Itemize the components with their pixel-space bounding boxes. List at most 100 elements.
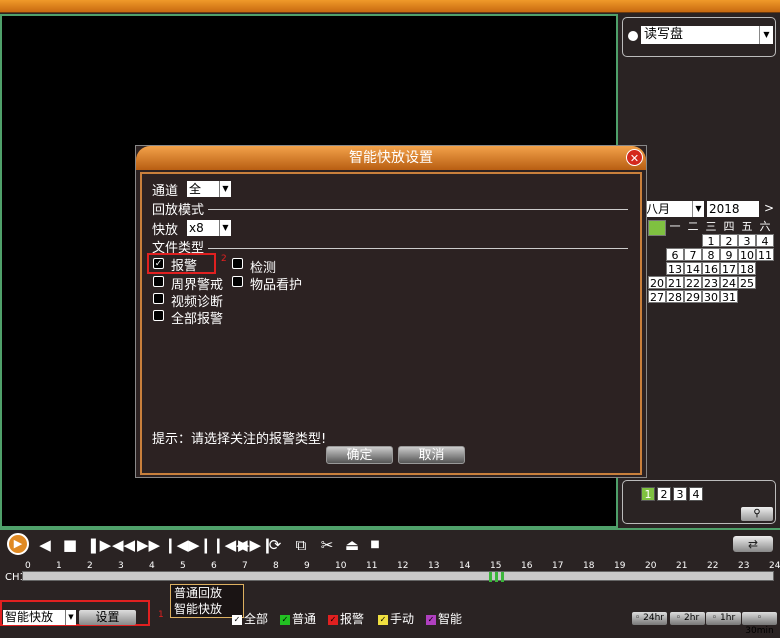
next-file-icon[interactable]: ▶▶❙: [238, 536, 274, 554]
chevron-down-icon: ▼: [65, 610, 76, 625]
calendar-day[interactable]: 22: [684, 276, 702, 290]
calendar-day[interactable]: 28: [666, 290, 684, 304]
year-field[interactable]: 2018: [707, 201, 759, 217]
search-button[interactable]: ⚲: [741, 507, 773, 521]
filter-checkbox[interactable]: ✓: [232, 614, 242, 625]
calendar-day[interactable]: 20: [648, 276, 666, 290]
stop-icon[interactable]: ■: [62, 536, 78, 554]
prev-file-icon[interactable]: ❙◀◀: [212, 536, 248, 554]
detect-checkbox[interactable]: [232, 258, 243, 269]
zoom-30min-button[interactable]: ◦ 30min: [742, 612, 777, 636]
calendar-day[interactable]: 21: [666, 276, 684, 290]
fast-select[interactable]: x8 ▼: [187, 220, 231, 236]
calendar-day[interactable]: 6: [666, 248, 684, 262]
loop-icon[interactable]: ⟳: [266, 536, 284, 554]
calendar-day[interactable]: 27: [648, 290, 666, 304]
calendar-day[interactable]: 31: [720, 290, 738, 304]
calendar-day[interactable]: 8: [702, 248, 720, 262]
slow-icon[interactable]: ◀◀: [112, 536, 135, 554]
mode-select[interactable]: 智能快放 ▼: [3, 610, 76, 625]
zoom-1hr-button[interactable]: ◦ 1hr: [706, 612, 741, 625]
filter-checkbox[interactable]: ✓: [426, 614, 436, 625]
filter-0[interactable]: ✓ 全部: [232, 610, 268, 627]
calendar-day[interactable]: 17: [720, 262, 738, 276]
calendar-day[interactable]: 4: [756, 234, 774, 248]
calendar-day[interactable]: 18: [738, 262, 756, 276]
hour-label: 0: [25, 561, 31, 571]
calendar-spacer: [738, 290, 756, 303]
reverse-icon[interactable]: ◀: [38, 536, 52, 554]
hour-label: 21: [676, 561, 688, 571]
month-select[interactable]: 八月 ▼: [644, 201, 704, 217]
channel-2-toggle[interactable]: 2: [657, 487, 671, 501]
calendar-day[interactable]: 13: [666, 262, 684, 276]
calendar-day[interactable]: 29: [684, 290, 702, 304]
channel-4-toggle[interactable]: 4: [689, 487, 703, 501]
close-icon[interactable]: ✕: [626, 149, 643, 166]
calendar-day[interactable]: 15: [648, 220, 666, 236]
filter-1[interactable]: ✓ 普通: [280, 610, 316, 627]
prev-frame-icon[interactable]: ❙◀: [164, 536, 188, 554]
filter-3[interactable]: ✓ 手动: [378, 610, 414, 627]
hour-label: 18: [583, 561, 595, 571]
channel-3-toggle[interactable]: 3: [673, 487, 687, 501]
hour-label: 12: [397, 561, 409, 571]
dot-icon[interactable]: ■: [368, 536, 382, 554]
settings-button[interactable]: 设置: [79, 610, 136, 625]
channel-1-toggle[interactable]: 1: [641, 487, 655, 501]
calendar-day[interactable]: 25: [738, 276, 756, 290]
disk-radio[interactable]: [628, 31, 638, 41]
calendar-day[interactable]: 9: [720, 248, 738, 262]
calendar-day[interactable]: 10: [738, 248, 756, 262]
hour-label: 13: [428, 561, 440, 571]
disk-select[interactable]: 读写盘 ▼: [641, 26, 773, 44]
annotation-number: 1: [158, 610, 164, 620]
filter-2[interactable]: ✓ 报警: [328, 610, 364, 627]
hour-label: 10: [335, 561, 347, 571]
all-alarm-checkbox[interactable]: [153, 310, 164, 321]
play-button[interactable]: ▶: [7, 533, 29, 555]
object-care-checkbox[interactable]: [232, 276, 243, 287]
calendar-day[interactable]: 7: [684, 248, 702, 262]
calendar-day[interactable]: 11: [756, 248, 774, 262]
fullscreen-icon[interactable]: ⧉: [291, 536, 311, 554]
ok-button[interactable]: 确定: [326, 446, 393, 464]
cancel-button[interactable]: 取消: [398, 446, 465, 464]
popup-option-normal[interactable]: 普通回放: [171, 585, 243, 601]
calendar-day[interactable]: 24: [720, 276, 738, 290]
next-frame-icon[interactable]: ▶❙: [188, 536, 212, 554]
filter-checkbox[interactable]: ✓: [280, 614, 290, 625]
calendar-spacer: [684, 234, 702, 247]
channel-value: 全: [189, 182, 202, 196]
filter-checkbox[interactable]: ✓: [378, 614, 388, 625]
fast-icon[interactable]: ▶▶: [137, 536, 160, 554]
disk-panel: 读写盘 ▼: [622, 17, 776, 57]
filter-checkbox[interactable]: ✓: [328, 614, 338, 625]
divider: [208, 209, 628, 210]
calendar-day[interactable]: 23: [702, 276, 720, 290]
video-diag-checkbox[interactable]: [153, 293, 164, 304]
calendar-day[interactable]: 2: [720, 234, 738, 248]
calendar-day[interactable]: 30: [702, 290, 720, 304]
channel-label: 通道: [152, 184, 179, 199]
calendar-day[interactable]: 16: [702, 262, 720, 276]
pause-play-icon[interactable]: ❚▶: [87, 536, 111, 554]
playback-bar: ▶ ◀ ■ ❚▶ ◀◀ ▶▶ ❙◀ ▶❙ ❙◀◀ ▶▶❙ ⟳ ⧉ ✂ ⏏ ■ ⇄…: [0, 528, 780, 636]
zoom-24hr-button[interactable]: ◦ 24hr: [632, 612, 667, 625]
channel-select[interactable]: 全 ▼: [187, 181, 231, 197]
next-month-button[interactable]: >: [762, 201, 776, 217]
calendar-day[interactable]: 14: [684, 262, 702, 276]
zoom-2hr-button[interactable]: ◦ 2hr: [670, 612, 705, 625]
calendar-day[interactable]: 1: [702, 234, 720, 248]
clip-icon[interactable]: ✂: [317, 536, 337, 554]
backup-icon[interactable]: ⏏: [342, 536, 362, 554]
timeline-bar[interactable]: [22, 571, 774, 582]
alarm-checkbox[interactable]: ✓: [153, 258, 164, 269]
perimeter-checkbox[interactable]: [153, 276, 164, 287]
hour-label: 7: [242, 561, 248, 571]
calendar-spacer: [756, 262, 774, 275]
calendar-day[interactable]: 3: [738, 234, 756, 248]
sync-button[interactable]: ⇄: [733, 536, 773, 552]
filter-4[interactable]: ✓ 智能: [426, 610, 462, 627]
all-alarm-label: 全部报警: [171, 312, 224, 327]
